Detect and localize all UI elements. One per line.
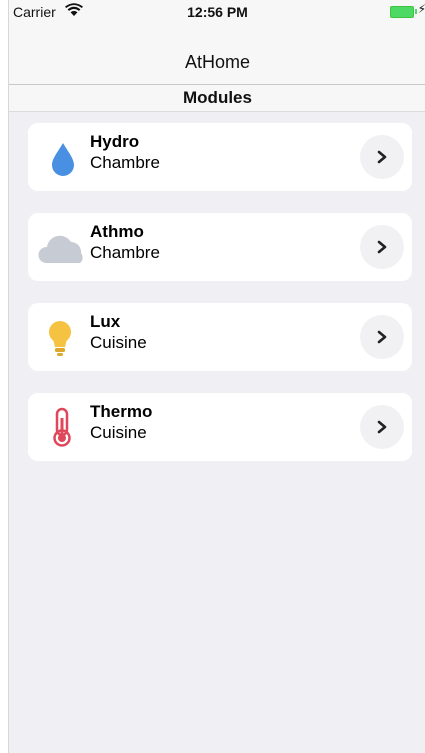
module-card-athmo[interactable]: Athmo Chambre [28,213,412,281]
battery-charging-icon [390,6,414,18]
section-header: Modules [9,85,425,112]
module-card-lux[interactable]: Lux Cuisine [28,303,412,371]
module-room: Chambre [90,243,160,262]
module-room: Chambre [90,153,160,172]
app-screen: Carrier 12:56 PM ⚡ AtHome Modules Hydro … [8,0,425,753]
chevron-right-icon [377,330,387,344]
water-drop-icon [52,143,74,176]
chevron-button[interactable] [360,135,404,179]
module-name: Lux [90,312,121,331]
chevron-button[interactable] [360,315,404,359]
module-name: Thermo [90,402,153,421]
module-name: Athmo [90,222,144,241]
chevron-right-icon [377,420,387,434]
module-card-thermo[interactable]: Thermo Cuisine [28,393,412,461]
status-bar: Carrier 12:56 PM ⚡ [9,0,425,22]
chevron-button[interactable] [360,405,404,449]
lightbulb-icon [49,321,71,356]
thermometer-icon [53,407,71,447]
module-card-hydro[interactable]: Hydro Chambre [28,123,412,191]
chevron-right-icon [377,150,387,164]
status-time: 12:56 PM [187,4,248,20]
navigation-bar: AtHome [9,22,425,85]
module-room: Cuisine [90,333,147,352]
module-room: Cuisine [90,423,147,442]
module-name: Hydro [90,132,140,151]
chevron-right-icon [377,240,387,254]
cloud-icon [38,235,83,263]
page-title: AtHome [184,52,251,72]
chevron-button[interactable] [360,225,404,269]
charging-bolt-icon: ⚡ [417,2,425,16]
